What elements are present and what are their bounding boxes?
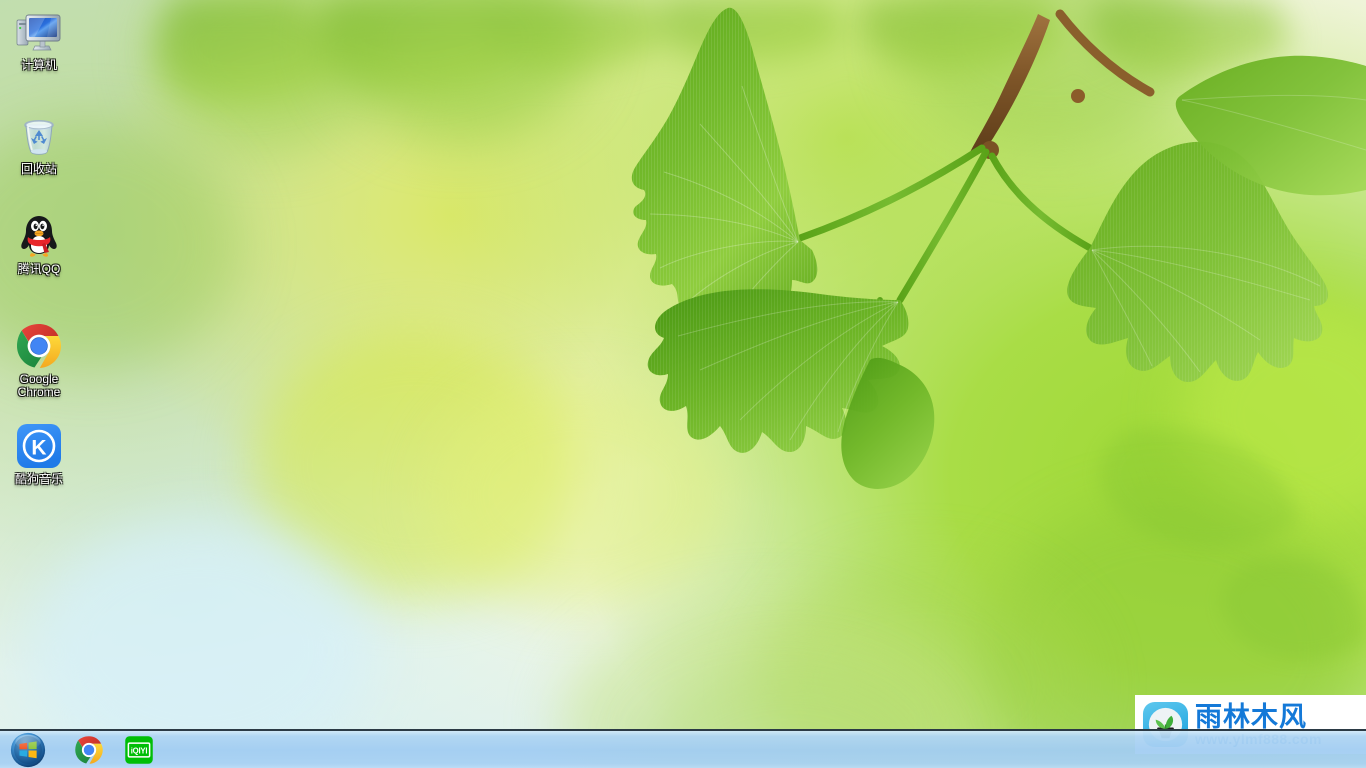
kugou-music-icon: K bbox=[17, 424, 61, 468]
quick-launch-bar: iQIYI bbox=[72, 733, 156, 767]
iqiyi-icon: iQIYI bbox=[125, 735, 153, 764]
desktop-wallpaper bbox=[0, 0, 1366, 768]
desktop-icon-label: Google Chrome bbox=[17, 372, 61, 399]
svg-text:K: K bbox=[31, 437, 46, 460]
iqiyi-label: iQIYI bbox=[131, 746, 148, 755]
taskbar-item-chrome[interactable] bbox=[72, 733, 106, 767]
taskbar[interactable]: iQIYI bbox=[0, 729, 1366, 768]
computer-icon bbox=[16, 14, 61, 51]
watermark-title: 雨林木风 bbox=[1195, 701, 1307, 733]
desktop-icon-label: 酷狗音乐 bbox=[14, 472, 63, 486]
chrome-icon bbox=[17, 324, 61, 368]
chrome-icon bbox=[75, 735, 103, 764]
desktop-icon-label: 计算机 bbox=[20, 58, 57, 72]
qq-penguin-icon bbox=[21, 216, 57, 257]
windows-start-orb-icon bbox=[10, 732, 46, 767]
desktop-icon-google-chrome[interactable]: Google Chrome bbox=[2, 322, 76, 399]
start-button[interactable] bbox=[4, 731, 52, 768]
desktop-icon-label: 回收站 bbox=[20, 162, 57, 176]
desktop-icon-label: 腾讯QQ bbox=[17, 262, 61, 276]
desktop-icon-tencent-qq[interactable]: 腾讯QQ bbox=[2, 212, 76, 276]
taskbar-item-iqiyi[interactable]: iQIYI bbox=[122, 733, 156, 767]
desktop[interactable]: 计算机 回收站 腾讯QQ Google Chrome K 酷狗音乐 雨林木风 i… bbox=[0, 0, 1366, 768]
foreground-bokeh-leaves bbox=[1099, 428, 1366, 660]
desktop-icon-kugou-music[interactable]: K 酷狗音乐 bbox=[2, 422, 76, 486]
recycle-bin-icon bbox=[24, 120, 54, 155]
desktop-icon-computer[interactable]: 计算机 bbox=[2, 8, 76, 72]
desktop-icon-recycle-bin[interactable]: 回收站 bbox=[2, 112, 76, 176]
